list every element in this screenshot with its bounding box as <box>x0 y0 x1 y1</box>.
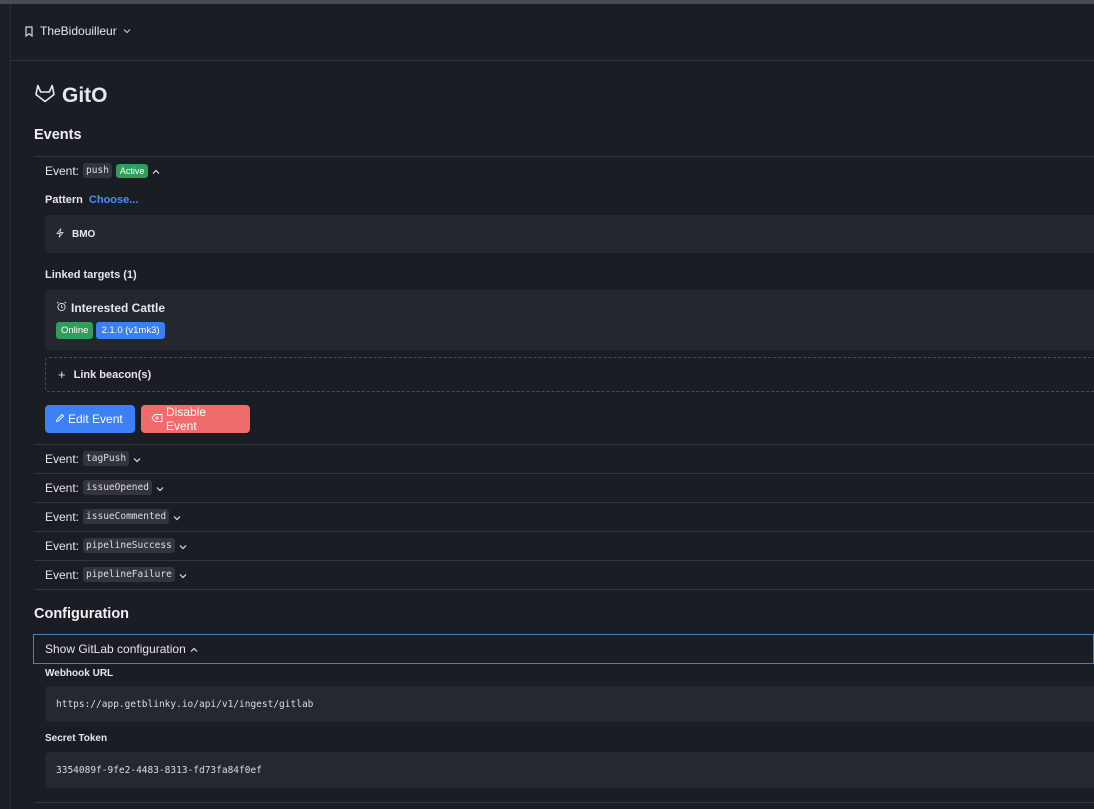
pattern-card[interactable]: BMO <box>45 215 1094 253</box>
secret-token-field[interactable]: 3354089f-9fe2-4483-8313-fd73fa84f0ef <box>45 752 1094 788</box>
disable-event-label: Disable Event <box>166 405 207 433</box>
chevron-down-icon <box>179 568 187 582</box>
gitlab-config-toggle[interactable]: Show GitLab configuration <box>33 634 1094 664</box>
linked-targets-label: Linked targets (1) <box>45 269 137 281</box>
chevron-up-icon <box>152 164 160 178</box>
event-label: Event: <box>45 451 80 466</box>
chevron-down-icon <box>173 510 181 524</box>
toggle-label: Show GitLab configuration <box>45 642 186 656</box>
event-row-push[interactable]: Event: push Active <box>45 163 160 178</box>
disable-event-button[interactable]: Disable Event <box>141 405 250 433</box>
webhook-url-field[interactable]: https://app.getblinky.io/api/v1/ingest/g… <box>45 686 1094 722</box>
chevron-down-icon <box>179 539 187 553</box>
event-name: issueCommented <box>83 509 170 524</box>
secret-token-label: Secret Token <box>45 733 108 744</box>
chevron-up-icon <box>190 642 198 656</box>
event-row-tagpush[interactable]: Event: tagPush <box>45 451 141 466</box>
page-title: GitO <box>34 83 108 109</box>
event-row-pipelinefailure[interactable]: Event: pipelineFailure <box>45 567 187 582</box>
pencil-icon <box>55 412 65 426</box>
chevron-down-icon <box>133 452 141 466</box>
status-badge: Active <box>115 163 149 178</box>
divider <box>34 156 1094 157</box>
online-badge: Online <box>56 322 94 339</box>
event-name: tagPush <box>83 451 130 466</box>
target-name: Interested Cattle <box>71 301 166 315</box>
event-label: Event: <box>45 480 80 495</box>
alarm-icon <box>56 301 67 315</box>
pattern-row: Pattern Choose... <box>45 194 138 206</box>
workspace-name: TheBidouilleur <box>40 24 117 38</box>
event-name: pipelineSuccess <box>83 538 175 553</box>
edit-event-label: Edit Event <box>68 412 123 426</box>
main-content: TheBidouilleur GitO Events Event: push A… <box>11 4 1094 809</box>
chevron-down-icon <box>123 28 131 34</box>
plus-icon: + <box>58 367 66 382</box>
pattern-name: BMO <box>72 228 96 240</box>
top-header: TheBidouilleur <box>11 4 1094 61</box>
link-beacon-label: Link beacon(s) <box>73 368 152 381</box>
divider <box>34 560 1094 561</box>
event-label: Event: <box>45 567 80 582</box>
choose-pattern-link[interactable]: Choose... <box>89 194 139 206</box>
event-row-pipelinesuccess[interactable]: Event: pipelineSuccess <box>45 538 187 553</box>
event-name: pipelineFailure <box>83 567 175 582</box>
event-row-issuecommented[interactable]: Event: issueCommented <box>45 509 181 524</box>
chevron-down-icon <box>156 481 164 495</box>
divider <box>34 589 1094 590</box>
bookmark-icon <box>24 25 34 37</box>
workspace-selector[interactable]: TheBidouilleur <box>24 24 131 38</box>
divider <box>34 531 1094 532</box>
event-row-issueopened[interactable]: Event: issueOpened <box>45 480 164 495</box>
divider <box>34 444 1094 445</box>
left-sidebar-strip <box>0 4 11 809</box>
event-name: issueOpened <box>83 480 152 495</box>
divider <box>34 473 1094 474</box>
version-badge: 2.1.0 (v1mk3) <box>96 322 165 339</box>
target-card[interactable]: Interested Cattle Online 2.1.0 (v1mk3) <box>45 290 1094 350</box>
event-label: Event: <box>45 509 80 524</box>
divider <box>34 802 1094 803</box>
app-title: GitO <box>62 84 108 107</box>
configuration-heading: Configuration <box>34 606 130 622</box>
event-name: push <box>83 163 112 178</box>
event-label: Event: <box>45 163 80 178</box>
edit-event-button[interactable]: Edit Event <box>45 405 135 433</box>
link-beacon-button[interactable]: + Link beacon(s) <box>45 357 1094 392</box>
events-heading: Events <box>34 127 82 143</box>
event-label: Event: <box>45 538 80 553</box>
gitlab-icon <box>34 83 56 109</box>
tag-off-icon <box>151 412 163 426</box>
webhook-url-label: Webhook URL <box>45 668 114 679</box>
divider <box>34 502 1094 503</box>
pattern-label: Pattern <box>45 194 83 206</box>
lightning-icon <box>56 227 64 241</box>
